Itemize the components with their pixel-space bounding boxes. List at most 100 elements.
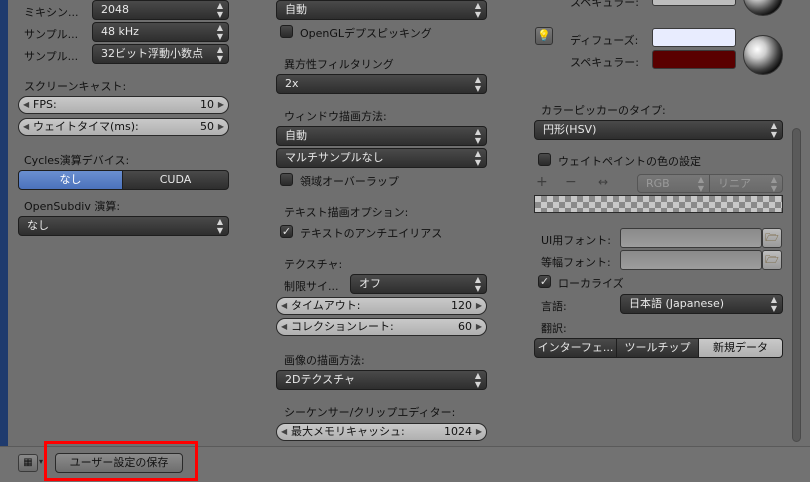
mixing-buffer-label: ミキシン... [24, 6, 79, 19]
material-preview-sphere-top [743, 0, 783, 16]
cycles-device-heading: Cycles演算デバイス: [24, 154, 130, 167]
mixing-buffer-dropdown[interactable]: 2048 ▲ ▼ [92, 0, 229, 20]
save-user-settings-button[interactable]: ユーザー設定の保存 [55, 453, 183, 473]
top-auto-value: 自動 [285, 3, 307, 16]
multisample-dropdown[interactable]: マルチサンプルなし ▲ ▼ [276, 148, 487, 168]
decrement-arrow-icon[interactable]: ◀ [281, 319, 287, 335]
color-mode-dropdown[interactable]: RGB ▲ ▼ [637, 174, 710, 193]
collection-rate-label: コレクションレート: [291, 320, 394, 333]
increment-arrow-icon[interactable]: ▶ [476, 319, 482, 335]
folder-icon[interactable]: 🗁 [762, 228, 782, 248]
region-overlap-label: 領域オーバーラップ [300, 175, 399, 188]
increment-arrow-icon[interactable]: ▶ [476, 298, 482, 314]
cycles-cuda-button[interactable]: CUDA [122, 170, 229, 190]
sample-format-value: 32ビット浮動小数点 [101, 47, 203, 60]
increment-arrow-icon[interactable]: ▶ [476, 424, 482, 440]
checkmark-icon: ✓ [539, 275, 550, 288]
text-aa-label: テキストのアンチエイリアス [300, 227, 443, 240]
increment-arrow-icon[interactable]: ▶ [218, 97, 224, 113]
add-icon[interactable]: + [536, 174, 548, 190]
aniso-heading: 異方性フィルタリング [284, 58, 394, 71]
timeout-field[interactable]: ◀ タイムアウト: 120 ▶ [276, 297, 487, 315]
max-memory-cache-field[interactable]: ◀ 最大メモリキャッシュ: 1024 ▶ [276, 423, 487, 441]
wait-timer-value: 50 [200, 120, 214, 133]
updown-arrow-icon: ▲ ▼ [474, 275, 481, 293]
updown-arrow-icon: ▲ ▼ [216, 23, 223, 41]
updown-arrow-icon: ▲ ▼ [216, 217, 223, 235]
collection-rate-field[interactable]: ◀ コレクションレート: 60 ▶ [276, 318, 487, 336]
localize-checkbox[interactable]: ✓ [538, 275, 551, 288]
increment-arrow-icon[interactable]: ▶ [218, 119, 224, 135]
limit-size-label: 制限サイ... [284, 280, 339, 293]
sample-format-dropdown[interactable]: 32ビット浮動小数点 ▲ ▼ [92, 44, 229, 64]
editor-type-icon[interactable]: ▦ [18, 454, 38, 472]
decrement-arrow-icon[interactable]: ◀ [281, 424, 287, 440]
updown-arrow-icon: ▲ ▼ [474, 127, 481, 145]
folder-icon[interactable]: 🗁 [762, 250, 782, 270]
region-overlap-checkbox[interactable] [280, 173, 293, 186]
diffuse-color-swatch[interactable] [652, 28, 736, 47]
limit-size-dropdown[interactable]: オフ ▲ ▼ [350, 274, 487, 294]
language-dropdown[interactable]: 日本語 (Japanese) ▲ ▼ [620, 294, 783, 314]
flip-arrows-icon[interactable]: ↔ [598, 175, 608, 189]
window-draw-value: 自動 [285, 129, 307, 142]
color-picker-heading: カラーピッカーのタイプ: [541, 104, 666, 117]
image-draw-dropdown[interactable]: 2Dテクスチャ ▲ ▼ [276, 370, 487, 390]
decrement-arrow-icon[interactable]: ◀ [23, 119, 29, 135]
max-memory-cache-value: 1024 [444, 425, 472, 438]
window-edge-strip [0, 0, 8, 482]
language-label: 言語: [541, 300, 567, 313]
updown-arrow-icon: ▲ ▼ [474, 1, 481, 19]
texture-heading: テクスチャ: [284, 258, 343, 271]
interpolation-value: リニア [718, 177, 751, 190]
updown-arrow-icon: ▲ ▼ [697, 175, 704, 193]
lightbulb-icon[interactable]: 💡 [535, 27, 553, 45]
mixing-buffer-value: 2048 [101, 3, 129, 16]
color-ramp-bar[interactable] [534, 195, 783, 213]
updown-arrow-icon: ▲ ▼ [216, 45, 223, 63]
timeout-value: 120 [451, 299, 472, 312]
sample-rate-dropdown[interactable]: 48 kHz ▲ ▼ [92, 22, 229, 42]
top-auto-dropdown[interactable]: 自動 ▲ ▼ [276, 0, 487, 20]
multisample-value: マルチサンプルなし [285, 151, 384, 164]
mono-font-field[interactable] [620, 250, 762, 270]
fps-field[interactable]: ◀ FPS: 10 ▶ [18, 96, 229, 114]
language-value: 日本語 (Japanese) [629, 297, 725, 310]
opengl-depth-label: OpenGLデプスピッキング [300, 27, 432, 40]
sample-rate-label: サンプル... [24, 28, 79, 41]
limit-size-value: オフ [359, 277, 381, 290]
wait-timer-field[interactable]: ◀ ウェイトタイマ(ms): 50 ▶ [18, 118, 229, 136]
decrement-arrow-icon[interactable]: ◀ [23, 97, 29, 113]
localize-label: ローカライズ [558, 277, 624, 290]
checkmark-icon: ✓ [281, 225, 292, 238]
specular-color-swatch[interactable] [652, 50, 736, 69]
ui-font-field[interactable] [620, 228, 762, 248]
vertical-scrollbar[interactable] [792, 128, 801, 442]
opengl-depth-checkbox[interactable] [280, 25, 293, 38]
translate-tooltips-toggle[interactable]: ツールチップ [616, 338, 699, 358]
updown-arrow-icon: ▲ ▼ [474, 75, 481, 93]
opensubdiv-dropdown[interactable]: なし ▲ ▼ [18, 216, 229, 236]
cycles-none-button[interactable]: なし [18, 170, 123, 190]
updown-arrow-icon: ▲ ▼ [474, 149, 481, 167]
image-draw-heading: 画像の描画方法: [284, 354, 365, 367]
chevron-down-icon[interactable]: ▾ [39, 457, 43, 466]
interpolation-dropdown[interactable]: リニア ▲ ▼ [709, 174, 783, 193]
window-draw-heading: ウィンドウ描画方法: [284, 110, 387, 123]
decrement-arrow-icon[interactable]: ◀ [281, 298, 287, 314]
specular-top-swatch[interactable] [652, 0, 736, 6]
timeout-label: タイムアウト: [291, 299, 361, 312]
window-draw-dropdown[interactable]: 自動 ▲ ▼ [276, 126, 487, 146]
aniso-dropdown[interactable]: 2x ▲ ▼ [276, 74, 487, 94]
updown-arrow-icon: ▲ ▼ [474, 371, 481, 389]
remove-icon[interactable]: − [565, 174, 577, 190]
translate-newdata-toggle[interactable]: 新規データ [698, 338, 783, 358]
material-preview-sphere [743, 35, 783, 75]
wait-timer-label: ウェイトタイマ(ms): [33, 120, 139, 133]
updown-arrow-icon: ▲ ▼ [770, 121, 777, 139]
color-picker-dropdown[interactable]: 円形(HSV) ▲ ▼ [534, 120, 783, 140]
translate-interface-toggle[interactable]: インターフェ... [534, 338, 617, 358]
color-picker-value: 円形(HSV) [543, 123, 597, 136]
text-aa-checkbox[interactable]: ✓ [280, 225, 293, 238]
weight-paint-checkbox[interactable] [538, 153, 551, 166]
